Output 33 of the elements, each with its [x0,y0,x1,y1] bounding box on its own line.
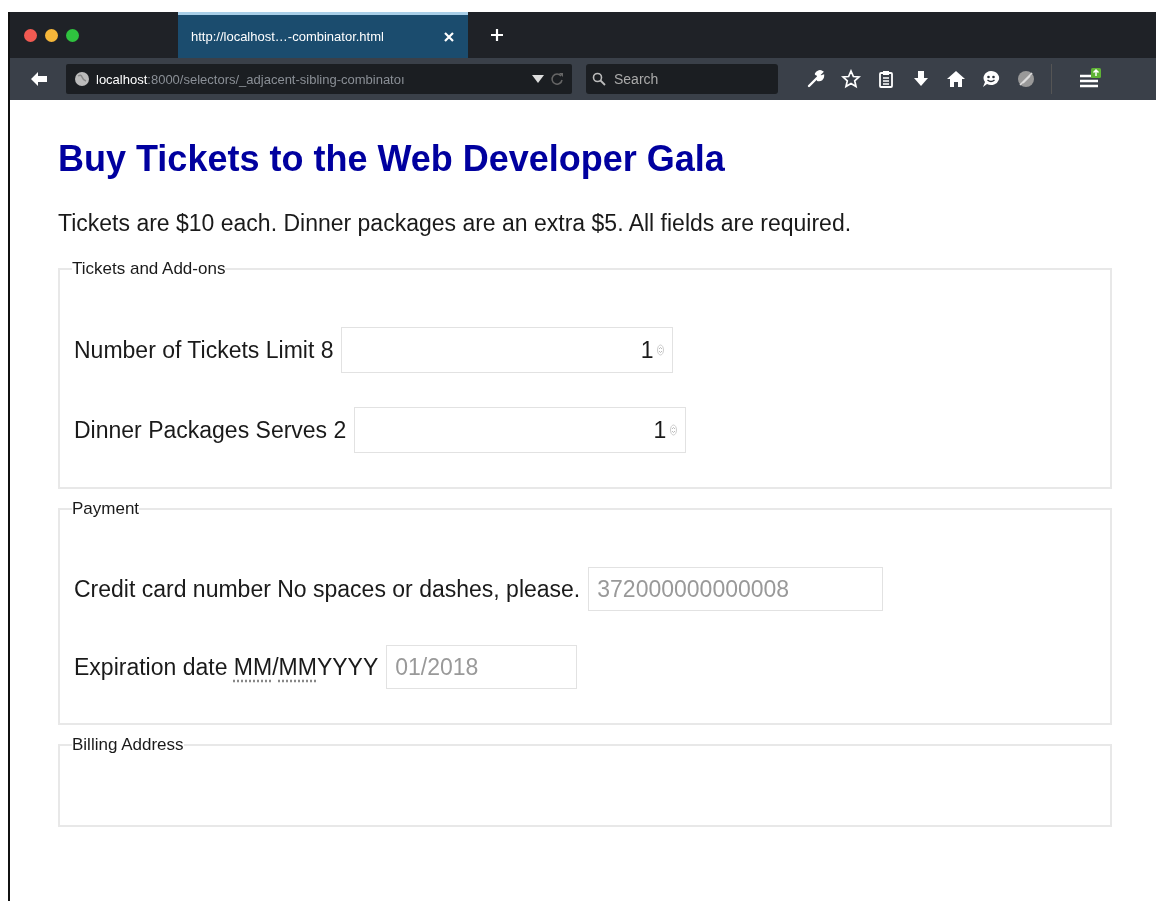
text-input[interactable]: 372000000000008 [588,567,884,611]
number-input[interactable]: 1 [341,327,674,373]
field-label: Expiration date MM/MMYYYY [74,653,379,681]
close-icon[interactable] [444,31,454,42]
star-icon[interactable] [841,69,861,89]
field-label: Credit card number No spaces or dashes, please. [74,575,581,603]
browser-tab[interactable]: http://localhost…-combinator.html [178,12,468,58]
intro-paragraph: Tickets are $10 each. Dinner packages are an extra $5. All fields are required. [58,209,853,238]
search-field[interactable]: Search [586,64,778,94]
search-input[interactable]: Search [612,70,756,88]
clipboard-icon[interactable] [876,69,896,89]
back-arrow-icon[interactable] [30,71,48,87]
chat-face-icon[interactable] [981,69,1001,89]
fieldset-legend: Billing Address [72,735,184,755]
wrench-icon[interactable] [806,69,826,89]
menu-icon[interactable] [1079,68,1101,90]
field-label: Number of Tickets Limit 8 [74,336,334,364]
page-heading: Buy Tickets to the Web Developer Gala [58,138,726,180]
close-window-button[interactable] [24,28,37,42]
fieldset-legend: Payment [72,499,140,519]
minimize-window-button[interactable] [45,28,58,42]
dropdown-icon[interactable] [532,74,544,84]
new-tab-icon[interactable] [490,28,504,42]
reload-icon[interactable] [550,72,564,86]
number-input[interactable]: 1 [354,407,687,453]
home-icon[interactable] [946,69,966,89]
globe-icon [74,71,90,87]
search-icon [592,72,606,86]
field-label: Dinner Packages Serves 2 [74,416,347,444]
text-input[interactable]: 01/2018 [386,645,578,689]
fieldset-legend: Tickets and Add-ons [72,259,226,279]
zoom-window-button[interactable] [66,28,79,42]
address-bar[interactable]: localhost:8000/selectors/_adjacent-sibling-combinatoı [66,64,572,94]
